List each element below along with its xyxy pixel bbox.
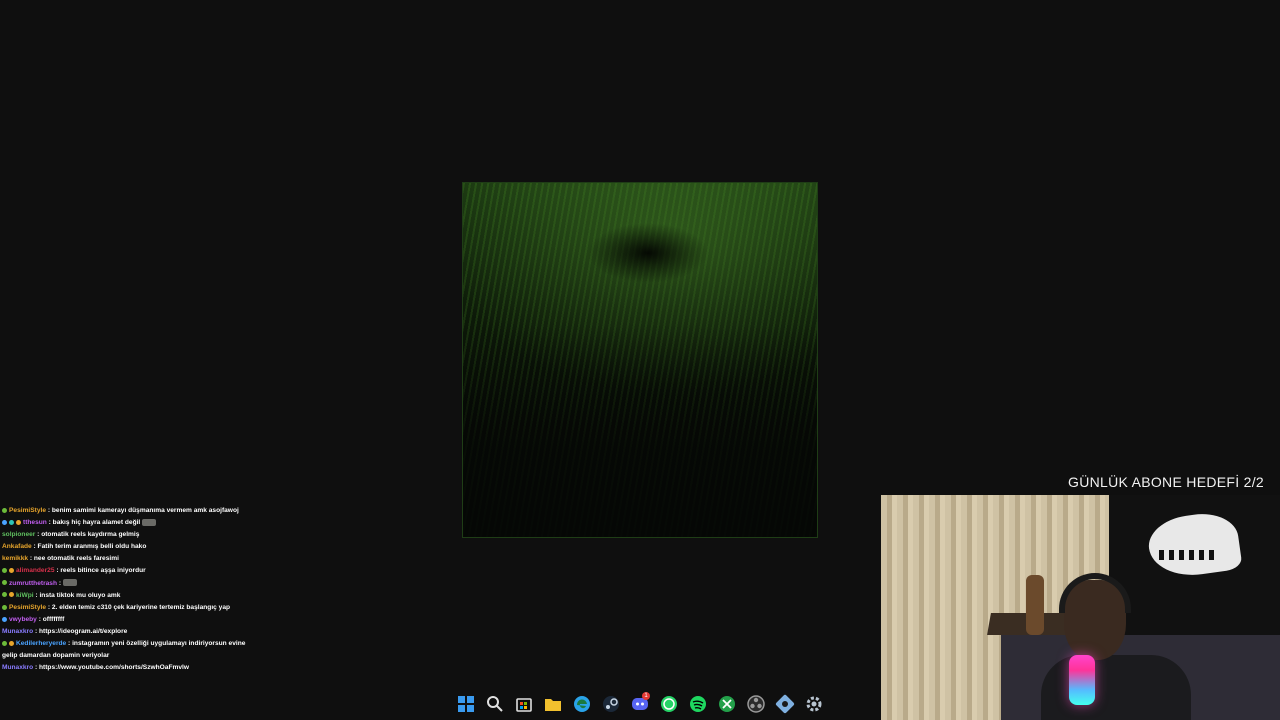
chat-message: Kedilerheryerde : instagramın yeni özell… xyxy=(2,638,262,662)
chat-username: PesimiStyle xyxy=(9,507,47,514)
chat-badge-icon xyxy=(16,519,21,525)
chat-badge-icon xyxy=(2,507,7,513)
chat-username: tthesun xyxy=(23,519,47,527)
chat-message: vwybeby : offffffff xyxy=(2,614,262,626)
chat-username: alimander25 xyxy=(16,567,55,575)
chat-message: alimander25 : reels bitince aşşa iniyord… xyxy=(2,565,262,577)
chat-text: : reels bitince aşşa iniyordur xyxy=(54,567,146,575)
chat-message: kemikkk : nee otomatik reels faresimi xyxy=(2,553,262,565)
webcam-feed xyxy=(881,495,1280,720)
game-viewport[interactable] xyxy=(462,182,818,538)
chat-message: PesimiStyle : 2. elden temiz c310 çek ka… xyxy=(2,602,262,614)
subscriber-goal-text: GÜNLÜK ABONE HEDEFİ 2/2 xyxy=(1068,474,1264,490)
discord-icon[interactable]: 1 xyxy=(630,692,650,714)
chat-badge-icon xyxy=(2,616,7,622)
webcam-flag-teeth xyxy=(1159,550,1219,560)
chat-overlay: PesimiStyle : benim samimi kamerayı düşm… xyxy=(2,505,262,674)
chat-message: kiWpi : insta tiktok mu oluyo amk xyxy=(2,590,262,602)
notification-badge: 1 xyxy=(642,692,650,700)
chat-badge-icon xyxy=(2,568,7,574)
store-icon[interactable] xyxy=(514,694,534,714)
chat-text: : otomatik reels kaydırma gelmiş xyxy=(35,531,140,539)
chat-message: PesimiStyle : benim samimi kamerayı düşm… xyxy=(2,505,262,517)
chat-emote-icon xyxy=(142,518,157,526)
spotify-icon[interactable] xyxy=(688,694,708,714)
chat-text: : 2. elden temiz c310 çek kariyerine ter… xyxy=(46,603,231,611)
search-icon[interactable] xyxy=(485,694,505,714)
settings-icon[interactable] xyxy=(804,694,824,714)
chat-badge-icon xyxy=(2,592,7,598)
chat-badge-icon xyxy=(2,580,7,586)
chat-text: : Fatih terim aranmış belli oldu hako xyxy=(31,543,147,551)
file-explorer-icon[interactable] xyxy=(543,694,563,714)
chat-username: zumrutthetrash xyxy=(9,579,57,587)
chat-text: : insta tiktok mu oluyo amk xyxy=(33,591,121,599)
chat-text: : benim samimi kamerayı düşmanıma vermem… xyxy=(46,507,239,514)
chat-badge-icon xyxy=(2,604,7,610)
chat-message: Munaxkro : https://www.youtube.com/short… xyxy=(2,662,262,674)
chat-badge-icon xyxy=(2,640,7,646)
chat-username: Munaxkro xyxy=(2,664,34,672)
network-tool-icon[interactable] xyxy=(775,694,795,714)
chat-username: kemikkk xyxy=(2,555,29,563)
chat-text: : xyxy=(57,579,62,587)
chat-text: : https://ideogram.ai/t/explore xyxy=(33,627,128,635)
steam-icon[interactable] xyxy=(601,694,621,714)
chat-message: Munaxkro : https://ideogram.ai/t/explore xyxy=(2,626,262,638)
taskbar: 1 xyxy=(456,692,824,715)
chat-username: Kedilerheryerde xyxy=(16,640,67,648)
whatsapp-icon[interactable] xyxy=(659,694,679,714)
chat-emote-icon xyxy=(63,579,78,587)
start-icon[interactable] xyxy=(456,694,476,714)
chat-badge-icon xyxy=(2,519,7,525)
chat-badge-icon xyxy=(9,592,14,598)
webcam-person-body xyxy=(1041,655,1191,720)
chat-username: vwybeby xyxy=(9,615,37,623)
webcam-guitar xyxy=(1026,575,1044,635)
chat-username: Munaxkro xyxy=(2,627,34,635)
webcam-rgb-microphone xyxy=(1069,655,1095,705)
chat-username: solpioneer xyxy=(2,531,36,539)
chat-username: kiWpi xyxy=(16,591,34,599)
chat-username: PesimiStyle xyxy=(9,603,47,611)
obs-icon[interactable] xyxy=(746,694,766,714)
chat-text: : bakış hiç hayra alamet değil xyxy=(46,519,141,527)
chat-badge-icon xyxy=(9,519,14,525)
chat-username: Ankafade xyxy=(2,543,32,551)
chat-message: solpioneer : otomatik reels kaydırma gel… xyxy=(2,529,262,541)
edge-icon[interactable] xyxy=(572,694,592,714)
chat-badge-icon xyxy=(9,568,14,574)
chat-message: tthesun : bakış hiç hayra alamet değil xyxy=(2,517,262,529)
chat-message: Ankafade : Fatih terim aranmış belli old… xyxy=(2,541,262,553)
chat-text: : https://www.youtube.com/shorts/SzwhOaF… xyxy=(33,664,189,672)
chat-message: zumrutthetrash : xyxy=(2,578,262,590)
chat-text: : nee otomatik reels faresimi xyxy=(28,555,119,563)
chat-badge-icon xyxy=(9,640,14,646)
xbox-icon[interactable] xyxy=(717,694,737,714)
chat-text: : offffffff xyxy=(36,615,65,623)
